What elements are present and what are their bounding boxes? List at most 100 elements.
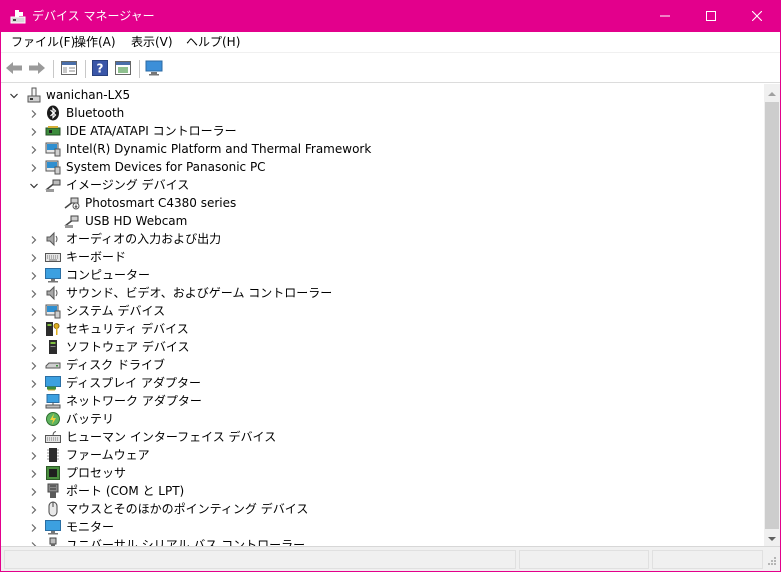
- tree-item-keyboard[interactable]: キーボード: [1, 248, 764, 266]
- system-device-icon: [45, 159, 61, 175]
- tree-item-software-devices[interactable]: ソフトウェア デバイス: [1, 338, 764, 356]
- status-pane-tertiary: [652, 550, 763, 569]
- tree-item-system-devices[interactable]: システム デバイス: [1, 302, 764, 320]
- resize-grip-icon[interactable]: [765, 556, 777, 571]
- window-title: デバイス マネージャー: [32, 9, 155, 23]
- tree-item-label: ディスク ドライブ: [66, 358, 165, 372]
- menu-help[interactable]: ヘルプ(H): [186, 35, 240, 50]
- expand-chevron-icon[interactable]: [29, 414, 39, 424]
- back-arrow-icon: [5, 61, 23, 78]
- tree-root[interactable]: wanichan-LX5: [1, 86, 764, 104]
- tree-item-label: ディスプレイ アダプター: [66, 376, 201, 390]
- tree-item-computer[interactable]: コンピューター: [1, 266, 764, 284]
- tree-item-battery[interactable]: バッテリ: [1, 410, 764, 428]
- scroll-down-arrow-icon: [768, 531, 776, 545]
- expand-chevron-icon[interactable]: [29, 342, 39, 352]
- tree-item-hid[interactable]: ヒューマン インターフェイス デバイス: [1, 428, 764, 446]
- tree-item-label: ユニバーサル シリアル バス コントローラー: [66, 538, 306, 546]
- tree-item-label: IDE ATA/ATAPI コントローラー: [66, 124, 237, 138]
- firmware-chip-icon: [45, 447, 61, 463]
- tree-item-label: バッテリ: [66, 412, 115, 426]
- tree-child-photosmart[interactable]: Photosmart C4380 series: [1, 194, 764, 212]
- tree-item-display-adapters[interactable]: ディスプレイ アダプター: [1, 374, 764, 392]
- expand-chevron-icon[interactable]: [29, 396, 39, 406]
- expand-chevron-icon[interactable]: [29, 450, 39, 460]
- back-button[interactable]: [3, 58, 25, 80]
- tree-item-panasonic-system-devices[interactable]: System Devices for Panasonic PC: [1, 158, 764, 176]
- scrollbar-thumb[interactable]: [765, 102, 779, 529]
- tree-item-sound-video-game[interactable]: サウンド、ビデオ、およびゲーム コントローラー: [1, 284, 764, 302]
- tree-item-label: コンピューター: [66, 268, 151, 282]
- properties-sheet-icon: [115, 60, 131, 78]
- device-tree[interactable]: wanichan-LX5 Bluetooth IDE ATA/ATAPI コント…: [1, 84, 764, 546]
- properties-button[interactable]: [112, 58, 134, 80]
- help-icon: ?: [92, 59, 108, 79]
- status-pane-secondary: [519, 550, 649, 569]
- expand-chevron-icon[interactable]: [29, 360, 39, 370]
- close-button[interactable]: [734, 1, 780, 32]
- tree-item-audio-io[interactable]: オーディオの入力および出力: [1, 230, 764, 248]
- expand-chevron-icon[interactable]: [29, 378, 39, 388]
- tree-item-label: USB HD Webcam: [85, 214, 188, 228]
- expand-chevron-icon[interactable]: [29, 504, 39, 514]
- minimize-button[interactable]: [642, 1, 688, 32]
- menu-action[interactable]: 操作(A): [74, 35, 116, 50]
- tree-item-ide-controller[interactable]: IDE ATA/ATAPI コントローラー: [1, 122, 764, 140]
- tree-item-label: キーボード: [66, 250, 127, 264]
- help-button[interactable]: ?: [89, 58, 111, 80]
- expand-chevron-icon[interactable]: [29, 324, 39, 334]
- tree-item-label: ヒューマン インターフェイス デバイス: [66, 430, 277, 444]
- collapse-chevron-icon[interactable]: [9, 90, 19, 100]
- expand-chevron-icon[interactable]: [29, 234, 39, 244]
- tree-item-ports[interactable]: ポート (COM と LPT): [1, 482, 764, 500]
- status-pane-main: [4, 550, 516, 569]
- tree-item-firmware[interactable]: ファームウェア: [1, 446, 764, 464]
- bluetooth-icon: [45, 105, 61, 121]
- expand-chevron-icon[interactable]: [29, 144, 39, 154]
- tree-item-mice[interactable]: マウスとそのほかのポインティング デバイス: [1, 500, 764, 518]
- expand-chevron-icon[interactable]: [29, 432, 39, 442]
- display-monitor-icon: [145, 60, 163, 79]
- tree-item-network-adapters[interactable]: ネットワーク アダプター: [1, 392, 764, 410]
- tree-item-label: サウンド、ビデオ、およびゲーム コントローラー: [66, 286, 333, 300]
- maximize-button[interactable]: [688, 1, 734, 32]
- expand-chevron-icon[interactable]: [29, 162, 39, 172]
- scroll-down-button[interactable]: [764, 529, 780, 546]
- expand-chevron-icon[interactable]: [29, 270, 39, 280]
- tree-item-usb-controllers[interactable]: ユニバーサル シリアル バス コントローラー: [1, 536, 764, 546]
- title-bar[interactable]: デバイス マネージャー: [1, 1, 780, 32]
- tree-item-label: Bluetooth: [66, 106, 125, 120]
- tree-child-usb-hd-webcam[interactable]: USB HD Webcam: [1, 212, 764, 230]
- collapse-chevron-icon[interactable]: [29, 180, 39, 190]
- device-manager-window: デバイス マネージャー ファイル(F) 操作(A) 表示(V) ヘルプ(H) ?…: [0, 0, 781, 572]
- expand-chevron-icon[interactable]: [29, 522, 39, 532]
- expand-chevron-icon[interactable]: [29, 486, 39, 496]
- tree-item-bluetooth[interactable]: Bluetooth: [1, 104, 764, 122]
- tree-item-monitors[interactable]: モニター: [1, 518, 764, 536]
- expand-chevron-icon[interactable]: [29, 306, 39, 316]
- tree-item-label: ポート (COM と LPT): [66, 484, 185, 498]
- tree-item-imaging-devices[interactable]: イメージング デバイス: [1, 176, 764, 194]
- tree-item-label: モニター: [66, 520, 115, 534]
- vertical-scrollbar[interactable]: [764, 84, 780, 546]
- menu-file[interactable]: ファイル(F): [11, 35, 75, 50]
- expand-chevron-icon[interactable]: [29, 108, 39, 118]
- display-adapter-icon: [45, 375, 61, 391]
- forward-button[interactable]: [26, 58, 48, 80]
- tree-item-intel-dptf[interactable]: Intel(R) Dynamic Platform and Thermal Fr…: [1, 140, 764, 158]
- menu-view[interactable]: 表示(V): [131, 35, 173, 50]
- disk-drive-icon: [45, 357, 61, 373]
- port-icon: [45, 483, 61, 499]
- tree-item-label: Photosmart C4380 series: [85, 196, 237, 210]
- scan-hardware-button[interactable]: [143, 58, 165, 80]
- device-manager-app-icon: [10, 9, 26, 24]
- show-hide-console-tree-button[interactable]: [58, 58, 80, 80]
- tree-item-security-devices[interactable]: セキュリティ デバイス: [1, 320, 764, 338]
- expand-chevron-icon[interactable]: [29, 252, 39, 262]
- scroll-up-button[interactable]: [764, 84, 780, 101]
- tree-item-processors[interactable]: プロセッサ: [1, 464, 764, 482]
- tree-item-disk-drives[interactable]: ディスク ドライブ: [1, 356, 764, 374]
- expand-chevron-icon[interactable]: [29, 468, 39, 478]
- expand-chevron-icon[interactable]: [29, 126, 39, 136]
- expand-chevron-icon[interactable]: [29, 288, 39, 298]
